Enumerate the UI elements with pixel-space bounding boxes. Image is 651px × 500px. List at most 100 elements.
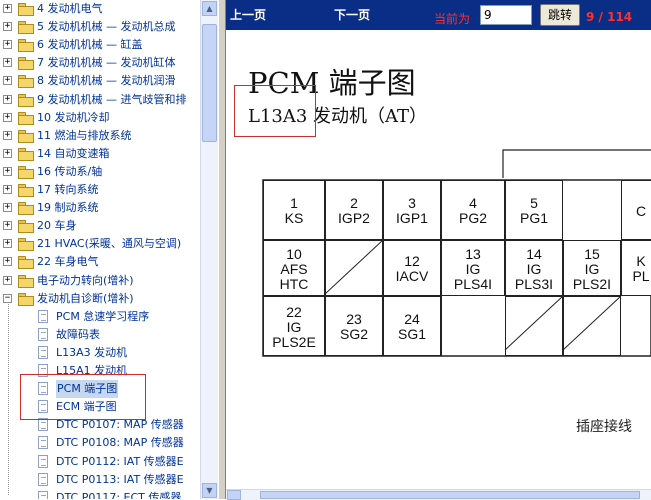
terminal-signal-name: IACV (395, 268, 429, 284)
tree-item-label: 6 发动机机械 — 缸盖 (37, 38, 143, 51)
terminal-cell: 23 SG2 (325, 296, 383, 356)
tree-folder-item[interactable]: − 发动机自诊断(增补) (0, 290, 200, 308)
expand-icon[interactable]: + (3, 58, 12, 67)
scroll-down-arrow-icon[interactable]: ▼ (202, 483, 217, 498)
blank-terminal-cell (325, 240, 383, 296)
folder-icon (18, 39, 34, 52)
tree-item-label: 8 发动机机械 — 发动机润滑 (37, 74, 176, 87)
scrollbar-thumb[interactable] (202, 24, 217, 142)
expand-icon[interactable]: + (3, 276, 12, 285)
folder-icon (18, 275, 34, 288)
tree-item-label: 17 转向系统 (37, 183, 99, 196)
expand-icon[interactable]: + (3, 40, 12, 49)
tree-folder-item[interactable]: +20 车身 (0, 217, 200, 235)
expand-icon[interactable]: + (3, 185, 12, 194)
document-icon (38, 328, 48, 341)
terminal-cell: 14 IG PLS3I (505, 240, 563, 296)
terminal-signal-name: PG2 (458, 210, 487, 226)
document-page: PCM 端子图 L13A3 发动机（AT） 1 KS 2 IGP2 3 IGP1 4 PG2 5… (226, 30, 651, 489)
folder-icon (18, 148, 34, 161)
tree-folder-item[interactable]: +6 发动机机械 — 缸盖 (0, 36, 200, 54)
page-count: 9 / 114 (586, 10, 633, 24)
folder-icon (18, 238, 34, 251)
tree-document-item[interactable]: PCM 怠速学习程序 (0, 308, 200, 326)
terminal-cell: C (621, 180, 651, 240)
tree-document-item[interactable]: DTC P0113: IAT 传感器E (0, 471, 200, 489)
tree-folder-item[interactable]: +11 燃油与排放系统 (0, 127, 200, 145)
tree-item-label: 4 发动机电气 (37, 2, 103, 15)
expand-icon[interactable]: + (3, 131, 12, 140)
expand-icon[interactable]: + (3, 257, 12, 266)
tree-folder-item[interactable]: +5 发动机机械 — 发动机总成 (0, 18, 200, 36)
expand-icon[interactable]: + (3, 167, 12, 176)
expand-icon[interactable]: + (3, 221, 12, 230)
expand-icon[interactable]: + (3, 22, 12, 31)
terminal-number: 10 (286, 246, 302, 262)
tree-folder-item[interactable]: + 电子动力转向(增补) (0, 272, 200, 290)
tree-folder-item[interactable]: +16 传动系/轴 (0, 163, 200, 181)
document-icon (38, 473, 48, 486)
folder-icon (18, 184, 34, 197)
next-page-button[interactable]: 下一页 (334, 6, 370, 23)
terminal-cell: 1 KS (263, 180, 325, 240)
expand-icon[interactable]: + (3, 149, 12, 158)
tree-folder-item[interactable]: +10 发动机冷却 (0, 109, 200, 127)
terminal-number: 23 (346, 311, 362, 327)
terminal-number: 3 (408, 195, 416, 211)
tree-document-item[interactable]: DTC P0108: MAP 传感器 (0, 434, 200, 452)
tree-item-label: 7 发动机机械 — 发动机缸体 (37, 56, 176, 69)
tree-folder-item[interactable]: +21 HVAC(采暖、通风与空调) (0, 235, 200, 253)
tree-document-item[interactable]: DTC P0112: IAT 传感器E (0, 453, 200, 471)
folder-icon (18, 94, 34, 107)
tree-folder-item[interactable]: +22 车身电气 (0, 253, 200, 271)
tree-document-item[interactable]: 故障码表 (0, 326, 200, 344)
jump-button[interactable]: 跳转 (540, 4, 580, 26)
folder-icon (18, 293, 34, 306)
tree-item-label: 9 发动机机械 — 进气歧管和排 (37, 93, 187, 106)
terminal-number: 22 (286, 304, 302, 320)
terminal-signal-name: IGP2 (338, 210, 370, 226)
terminal-signal-name: IG PLS2E (272, 319, 316, 350)
tree-folder-item[interactable]: +14 自动变速箱 (0, 145, 200, 163)
document-horizontal-scrollbar[interactable] (226, 489, 651, 500)
collapse-icon[interactable]: − (3, 294, 12, 303)
blank-terminal-cell (505, 296, 563, 356)
terminal-cell: 4 PG2 (441, 180, 505, 240)
tree-folder-item[interactable]: +17 转向系统 (0, 181, 200, 199)
terminal-cell: 24 SG1 (383, 296, 441, 356)
tree-folder-item[interactable]: +8 发动机机械 — 发动机润滑 (0, 72, 200, 90)
tree-document-item[interactable]: DTC P0117: ECT 传感器 (0, 489, 200, 499)
tree-vertical-scrollbar[interactable]: ▲ ▼ (200, 0, 218, 499)
expand-icon[interactable]: + (3, 4, 12, 13)
terminal-signal-name: IG PLS3I (514, 261, 554, 292)
connector-caption: 插座接线 (576, 419, 632, 435)
terminal-cell: 12 IACV (383, 240, 441, 296)
page-number-input[interactable] (480, 5, 532, 25)
tree-folder-item[interactable]: +9 发动机机械 — 进气歧管和排 (0, 91, 200, 109)
folder-icon (18, 202, 34, 215)
terminal-cell: K PL (621, 240, 651, 296)
tree-folder-item[interactable]: +7 发动机机械 — 发动机缸体 (0, 54, 200, 72)
tree-folder-item[interactable]: +19 制动系统 (0, 199, 200, 217)
tree-folder-item[interactable]: +4 发动机电气 (0, 0, 200, 18)
scroll-up-arrow-icon[interactable]: ▲ (202, 1, 217, 16)
horizontal-scrollbar-thumb[interactable] (260, 491, 640, 499)
folder-icon (18, 166, 34, 179)
panel-splitter[interactable] (218, 0, 226, 499)
expand-icon[interactable]: + (3, 76, 12, 85)
terminal-cell: 22 IG PLS2E (263, 296, 325, 356)
tree-item-label: DTC P0113: IAT 传感器E (56, 473, 184, 486)
expand-icon[interactable]: + (3, 239, 12, 248)
tree-document-item[interactable]: L13A3 发动机 (0, 344, 200, 362)
terminal-signal-name: C (635, 203, 647, 219)
terminal-signal-name: IGP1 (396, 210, 428, 226)
expand-icon[interactable]: + (3, 203, 12, 212)
tree-item-label: 21 HVAC(采暖、通风与空调) (37, 237, 182, 250)
tree-item-label: 电子动力转向(增补) (37, 274, 134, 287)
terminal-cell: 15 IG PLS2I (563, 240, 621, 296)
prev-page-button[interactable]: 上一页 (230, 6, 266, 23)
terminal-number: 1 (290, 195, 298, 211)
expand-icon[interactable]: + (3, 113, 12, 122)
expand-icon[interactable]: + (3, 95, 12, 104)
document-icon (38, 346, 48, 359)
